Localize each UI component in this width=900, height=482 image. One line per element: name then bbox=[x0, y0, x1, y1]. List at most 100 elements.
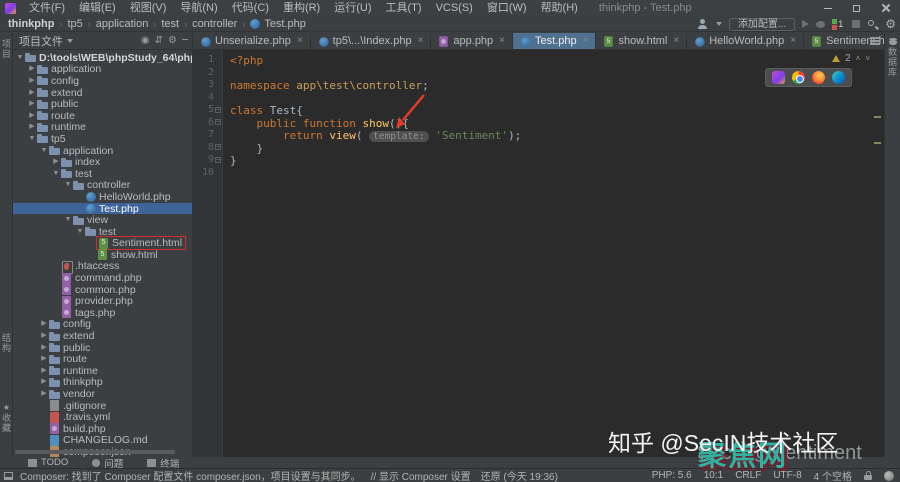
edge-icon[interactable] bbox=[832, 71, 845, 84]
project-view-selector[interactable]: 项目文件 bbox=[19, 33, 63, 49]
tree-item--gitignore[interactable]: .gitignore bbox=[13, 400, 192, 412]
close-button[interactable] bbox=[871, 0, 900, 16]
tree-item-helloworld-php[interactable]: HelloWorld.php bbox=[13, 191, 192, 203]
tab-close-icon[interactable]: × bbox=[297, 36, 303, 46]
tree-item-tags-php[interactable]: tags.php bbox=[13, 307, 192, 319]
prev-warning-icon[interactable]: ˄ bbox=[856, 54, 861, 63]
code-line[interactable]: class Test{ bbox=[230, 104, 884, 117]
fold-marker-icon[interactable]: − bbox=[215, 107, 221, 113]
tree-item-runtime[interactable]: ▶runtime bbox=[13, 122, 192, 134]
toolwindow-favorites-button[interactable]: ★收藏 bbox=[0, 403, 13, 433]
editor-tab[interactable]: tp5\...\Index.php× bbox=[311, 33, 432, 49]
toolwindow-toggle-icon[interactable] bbox=[4, 472, 13, 480]
tree-closed-arrow-icon[interactable]: ▶ bbox=[39, 331, 49, 341]
editor-code-area[interactable]: <?phpnamespace app\test\controller;class… bbox=[223, 50, 884, 457]
tree-item-sentiment-html[interactable]: Sentiment.html bbox=[13, 238, 192, 250]
stop-icon[interactable] bbox=[852, 20, 860, 28]
tree-item-public[interactable]: ▶public bbox=[13, 342, 192, 354]
breadcrumb-item[interactable]: tp5 bbox=[67, 18, 82, 30]
menu-item[interactable]: 代码(C) bbox=[225, 0, 276, 16]
editor-tab[interactable]: HelloWorld.php× bbox=[687, 33, 804, 49]
tree-item-runtime[interactable]: ▶runtime bbox=[13, 365, 192, 377]
menu-item[interactable]: 运行(U) bbox=[327, 0, 378, 16]
tree-item-route[interactable]: ▶route bbox=[13, 110, 192, 122]
tree-closed-arrow-icon[interactable]: ▶ bbox=[39, 377, 49, 387]
tab-close-icon[interactable]: × bbox=[418, 36, 424, 46]
tree-item-test[interactable]: ▼test bbox=[13, 226, 192, 238]
breadcrumb-item[interactable]: test bbox=[161, 18, 179, 30]
profile-caret-icon[interactable] bbox=[716, 22, 722, 26]
tree-item-test[interactable]: ▼test bbox=[13, 168, 192, 180]
firefox-icon[interactable] bbox=[812, 71, 825, 84]
tree-closed-arrow-icon[interactable]: ▶ bbox=[51, 157, 61, 167]
tree-open-arrow-icon[interactable]: ▼ bbox=[15, 53, 25, 63]
collapse-all-icon[interactable]: ⇵ bbox=[155, 36, 163, 46]
menu-item[interactable]: 帮助(H) bbox=[534, 0, 585, 16]
tree-open-arrow-icon[interactable]: ▼ bbox=[39, 146, 49, 156]
minimize-button[interactable] bbox=[813, 0, 842, 16]
status-segment[interactable]: 4 个空格 bbox=[814, 468, 852, 482]
tree-item-view[interactable]: ▼view bbox=[13, 214, 192, 226]
tree-item-provider-php[interactable]: provider.php bbox=[13, 295, 192, 307]
tree-item-command-php[interactable]: command.php bbox=[13, 272, 192, 284]
editor-tab[interactable]: Unserialize.php× bbox=[193, 33, 311, 49]
tree-open-arrow-icon[interactable]: ▼ bbox=[75, 227, 85, 237]
tree-item-application[interactable]: ▼application bbox=[13, 145, 192, 157]
code-editor[interactable]: 12345−6−78−9−10 <?phpnamespace app\test\… bbox=[193, 50, 884, 457]
tree-item-extend[interactable]: ▶extend bbox=[13, 87, 192, 99]
tree-closed-arrow-icon[interactable]: ▶ bbox=[27, 122, 37, 132]
breadcrumb-item[interactable]: Test.php bbox=[264, 18, 306, 30]
tree-item-controller[interactable]: ▼controller bbox=[13, 180, 192, 192]
code-line[interactable]: public function show(){ bbox=[230, 117, 884, 130]
tree-item--travis-yml[interactable]: .travis.yml bbox=[13, 411, 192, 423]
hide-panel-icon[interactable]: ─ bbox=[182, 36, 188, 46]
panel-settings-gear-icon[interactable]: ⚙ bbox=[168, 36, 177, 46]
lock-icon[interactable] bbox=[864, 471, 872, 480]
tree-item-vendor[interactable]: ▶vendor bbox=[13, 388, 192, 400]
locate-file-icon[interactable]: ◉ bbox=[141, 36, 150, 46]
tree-closed-arrow-icon[interactable]: ▶ bbox=[39, 343, 49, 353]
run-icon[interactable] bbox=[802, 20, 809, 28]
fold-marker-icon[interactable]: − bbox=[215, 119, 221, 125]
editor-tab[interactable]: Test.php× bbox=[513, 33, 596, 49]
tree-closed-arrow-icon[interactable]: ▶ bbox=[27, 64, 37, 74]
breadcrumb-item[interactable]: thinkphp bbox=[8, 18, 54, 30]
menu-item[interactable]: VCS(S) bbox=[429, 0, 480, 16]
fold-marker-icon[interactable]: − bbox=[215, 157, 221, 163]
composer-settings-link[interactable]: // 显示 Composer 设置 bbox=[371, 468, 471, 482]
restore-link[interactable]: 还原 (今天 19:36) bbox=[481, 468, 558, 482]
tree-item-thinkphp[interactable]: ▶thinkphp bbox=[13, 377, 192, 389]
settings-gear-icon[interactable]: ⚙ bbox=[885, 18, 896, 30]
code-line[interactable]: <?php bbox=[230, 54, 884, 67]
tree-item--htaccess[interactable]: .htaccess bbox=[13, 261, 192, 273]
search-everywhere-icon[interactable] bbox=[867, 19, 878, 30]
tree-item-config[interactable]: ▶config bbox=[13, 75, 192, 87]
tree-item-show-html[interactable]: show.html bbox=[13, 249, 192, 261]
toolwindow-project-button[interactable]: 项目 bbox=[0, 39, 13, 59]
tree-item-public[interactable]: ▶public bbox=[13, 98, 192, 110]
add-configuration-button[interactable]: 添加配置... bbox=[729, 18, 795, 31]
toolwindow-todo-button[interactable]: TODO bbox=[28, 457, 68, 468]
menu-item[interactable]: 文件(F) bbox=[22, 0, 72, 16]
error-stripe-mark[interactable] bbox=[874, 142, 881, 144]
tree-item-tp5[interactable]: ▼tp5 bbox=[13, 133, 192, 145]
menu-item[interactable]: 工具(T) bbox=[379, 0, 429, 16]
tree-item-application[interactable]: ▶application bbox=[13, 64, 192, 76]
toolwindow-database-button[interactable]: 数据库 bbox=[886, 47, 899, 77]
code-line[interactable]: return view( template: 'Sentiment'); bbox=[230, 129, 884, 142]
code-line[interactable]: } bbox=[230, 154, 884, 167]
editor-tab[interactable]: show.html× bbox=[596, 33, 687, 49]
tree-closed-arrow-icon[interactable]: ▶ bbox=[39, 366, 49, 376]
next-warning-icon[interactable]: ˅ bbox=[865, 54, 870, 63]
menu-item[interactable]: 重构(R) bbox=[276, 0, 327, 16]
status-segment[interactable]: PHP: 5.6 bbox=[652, 470, 692, 481]
services-badge[interactable]: 1 bbox=[832, 19, 845, 30]
tab-close-icon[interactable]: × bbox=[790, 36, 796, 46]
menu-item[interactable]: 视图(V) bbox=[123, 0, 174, 16]
tab-close-icon[interactable]: × bbox=[673, 36, 679, 46]
fold-marker-icon[interactable]: − bbox=[215, 144, 221, 150]
tree-item-route[interactable]: ▶route bbox=[13, 353, 192, 365]
error-stripe-mark[interactable] bbox=[874, 116, 881, 118]
menu-item[interactable]: 导航(N) bbox=[173, 0, 224, 16]
maximize-button[interactable] bbox=[842, 0, 871, 16]
